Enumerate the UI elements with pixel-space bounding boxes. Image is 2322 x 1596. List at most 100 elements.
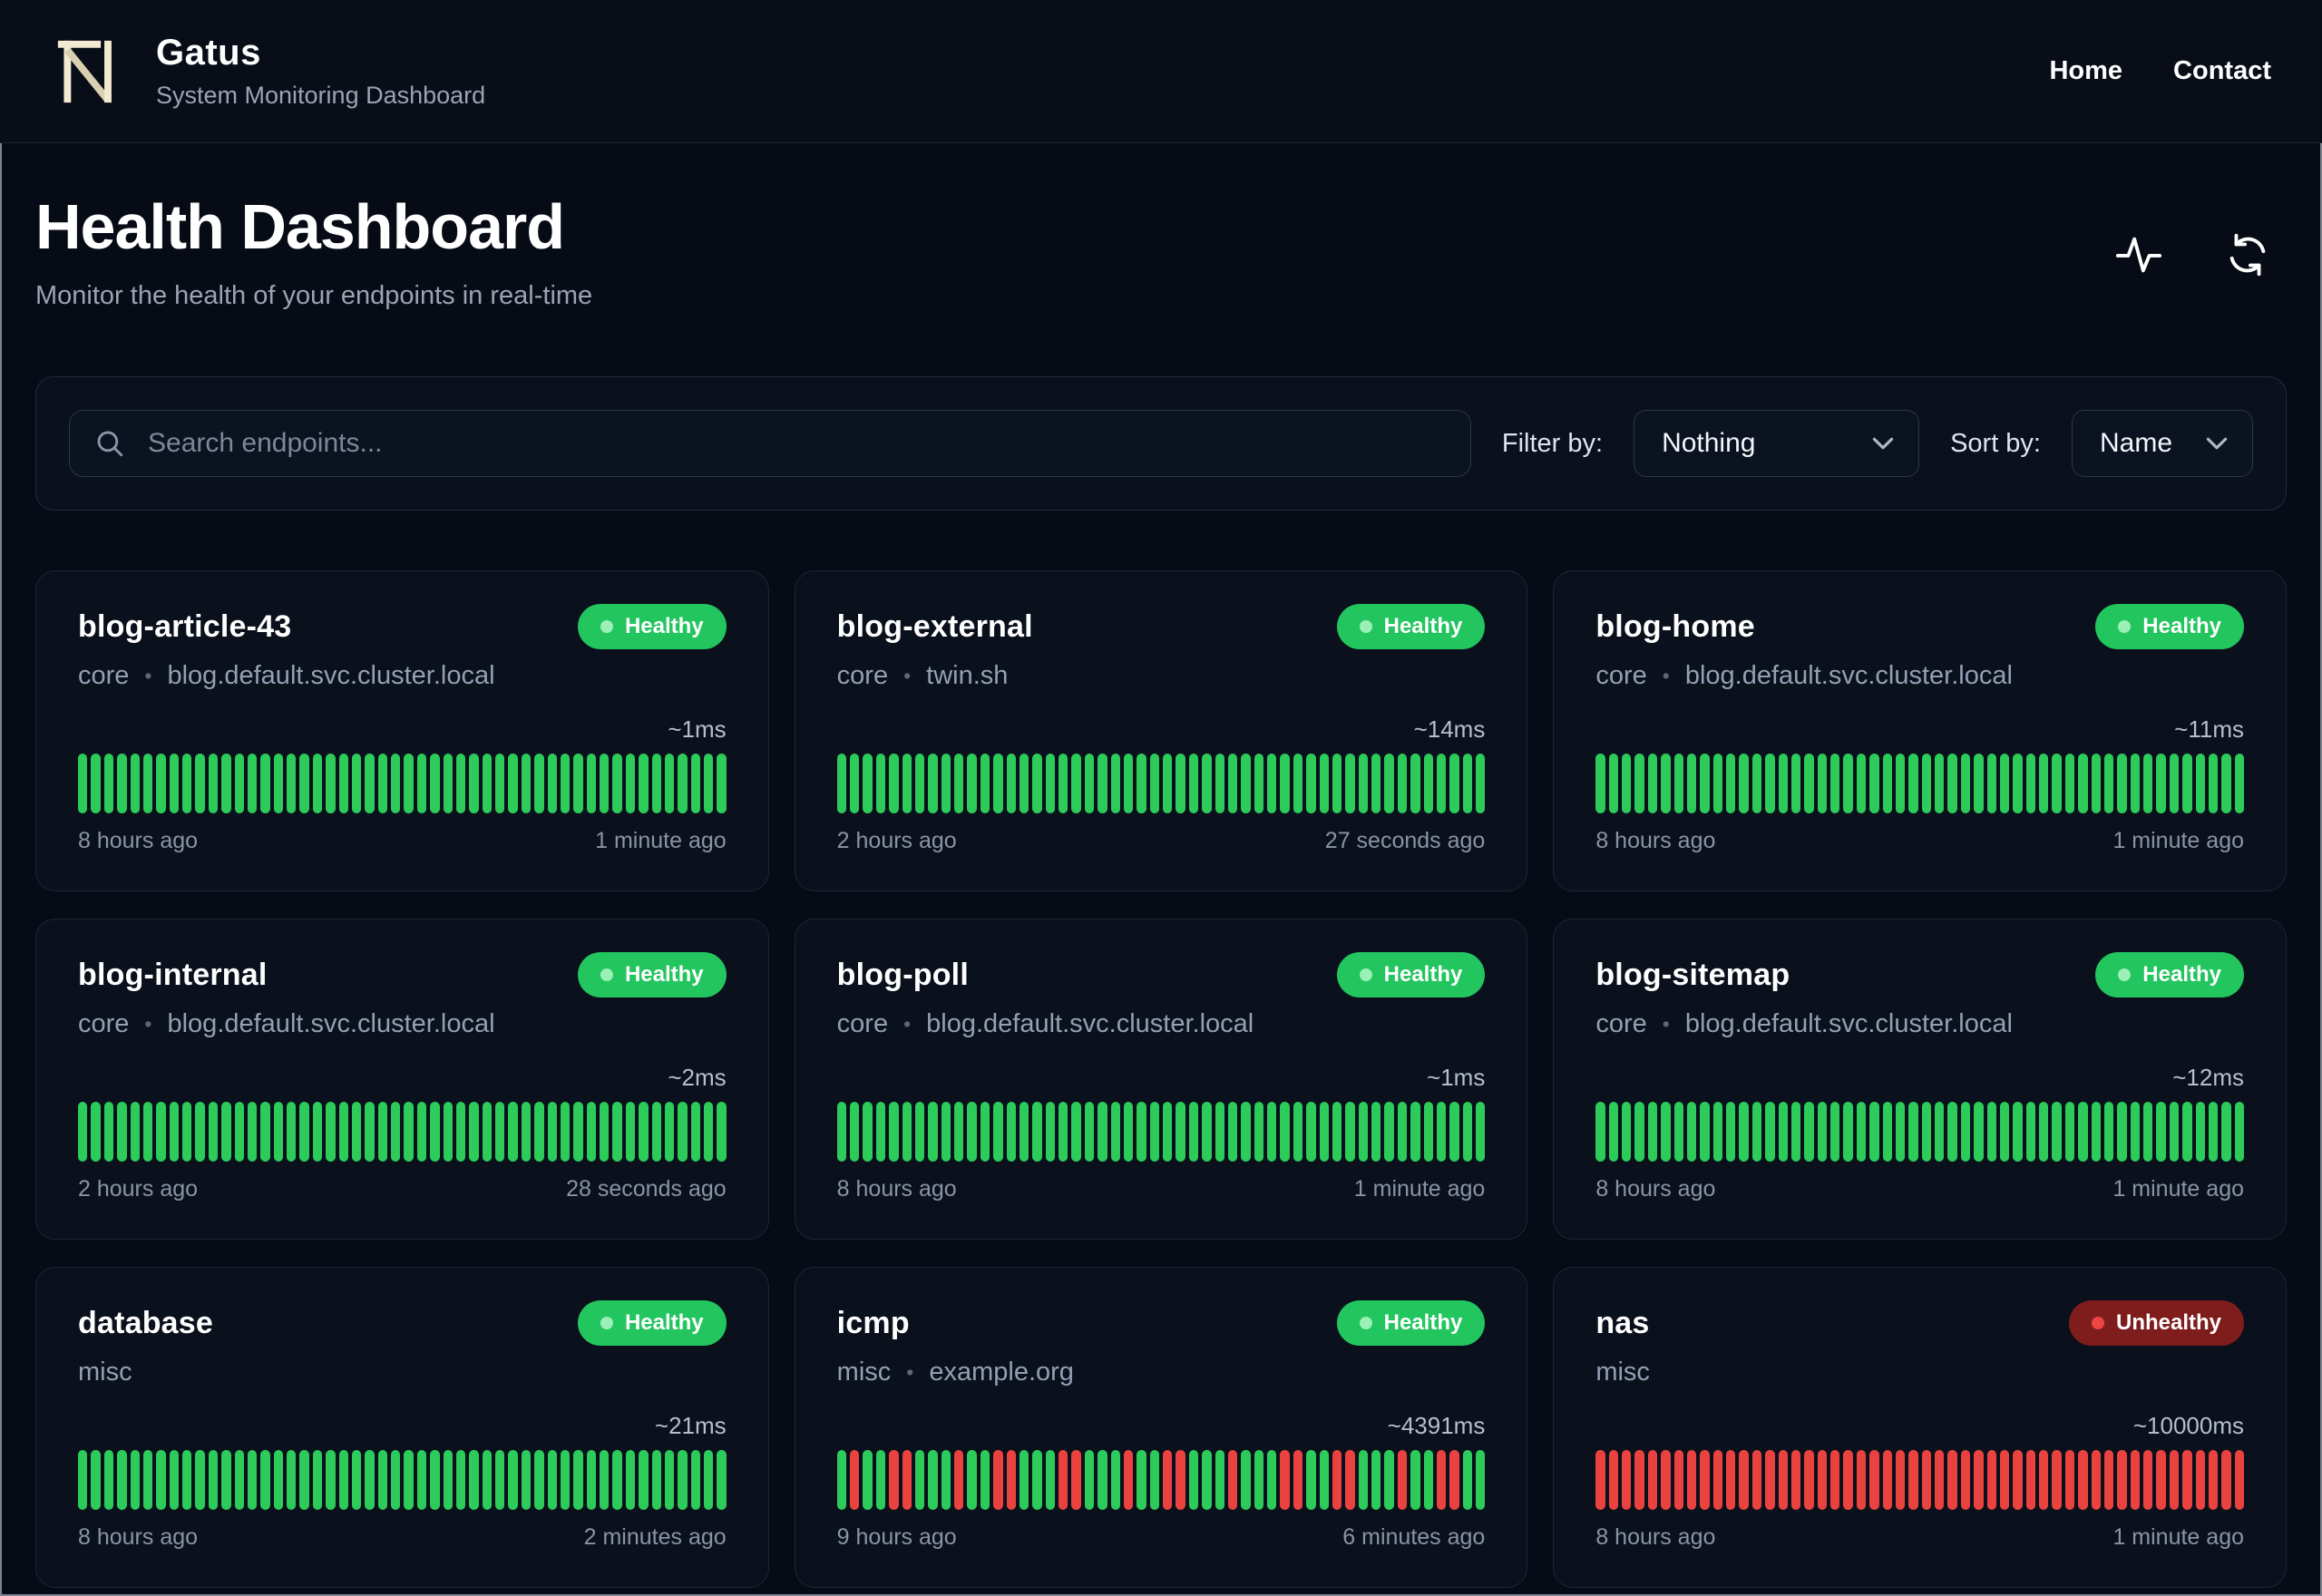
- history-bar[interactable]: [221, 754, 231, 813]
- history-bar[interactable]: [573, 1102, 583, 1162]
- history-bar[interactable]: [2052, 1102, 2062, 1162]
- history-bar[interactable]: [600, 1450, 610, 1510]
- history-bar[interactable]: [902, 1102, 912, 1162]
- history-bar[interactable]: [914, 1102, 925, 1162]
- history-bar[interactable]: [1241, 754, 1251, 813]
- history-bar[interactable]: [221, 1102, 231, 1162]
- history-bar[interactable]: [2064, 1102, 2075, 1162]
- history-bar[interactable]: [1856, 1450, 1867, 1510]
- history-bar[interactable]: [1319, 1450, 1329, 1510]
- history-bar[interactable]: [1202, 754, 1212, 813]
- history-bar[interactable]: [208, 1450, 219, 1510]
- history-bar[interactable]: [469, 1450, 479, 1510]
- history-bar[interactable]: [1947, 1450, 1957, 1510]
- history-bar[interactable]: [1293, 1450, 1303, 1510]
- history-bar[interactable]: [1215, 1450, 1224, 1510]
- history-bar[interactable]: [1986, 1450, 1996, 1510]
- history-bar[interactable]: [1739, 1102, 1749, 1162]
- history-bar[interactable]: [1449, 1450, 1459, 1510]
- history-bar[interactable]: [1869, 754, 1879, 813]
- history-bar[interactable]: [993, 1102, 1003, 1162]
- history-bar[interactable]: [142, 754, 153, 813]
- history-bar[interactable]: [836, 1450, 847, 1510]
- history-bar[interactable]: [1622, 754, 1632, 813]
- history-bar[interactable]: [287, 754, 297, 813]
- history-bar[interactable]: [547, 1450, 557, 1510]
- history-bar[interactable]: [247, 754, 258, 813]
- history-bar[interactable]: [1608, 1450, 1619, 1510]
- history-bar[interactable]: [2025, 1450, 2036, 1510]
- history-bar[interactable]: [455, 1102, 466, 1162]
- history-bar[interactable]: [1423, 754, 1433, 813]
- history-bar[interactable]: [1137, 1450, 1146, 1510]
- history-bar[interactable]: [2156, 754, 2166, 813]
- history-bar[interactable]: [1974, 1102, 1984, 1162]
- history-bar[interactable]: [1358, 1102, 1369, 1162]
- history-bar[interactable]: [287, 1102, 297, 1162]
- history-bar[interactable]: [2064, 1450, 2075, 1510]
- history-bar[interactable]: [117, 754, 127, 813]
- history-bar[interactable]: [1084, 754, 1095, 813]
- history-bar[interactable]: [1921, 1102, 1932, 1162]
- history-bar[interactable]: [169, 1102, 179, 1162]
- history-bar[interactable]: [430, 1450, 440, 1510]
- history-bar[interactable]: [941, 754, 951, 813]
- history-bar[interactable]: [221, 1450, 231, 1510]
- history-bar[interactable]: [1661, 1102, 1671, 1162]
- history-bar[interactable]: [2091, 1450, 2101, 1510]
- history-bar[interactable]: [1935, 1450, 1945, 1510]
- history-bar[interactable]: [326, 1450, 336, 1510]
- history-bar[interactable]: [2234, 1102, 2245, 1162]
- history-bar[interactable]: [1123, 754, 1134, 813]
- history-bar[interactable]: [1176, 1450, 1185, 1510]
- history-bar[interactable]: [1098, 754, 1107, 813]
- history-bar[interactable]: [169, 1450, 179, 1510]
- history-bar[interactable]: [534, 1450, 544, 1510]
- history-bar[interactable]: [2091, 1102, 2101, 1162]
- history-bar[interactable]: [2234, 754, 2245, 813]
- history-bar[interactable]: [521, 1102, 532, 1162]
- history-bar[interactable]: [639, 754, 649, 813]
- history-bar[interactable]: [625, 1102, 636, 1162]
- history-bar[interactable]: [247, 1450, 258, 1510]
- history-bar[interactable]: [508, 754, 518, 813]
- history-bar[interactable]: [2064, 754, 2075, 813]
- history-bar[interactable]: [1804, 754, 1814, 813]
- history-bar[interactable]: [1817, 1450, 1828, 1510]
- history-bar[interactable]: [1123, 1102, 1134, 1162]
- history-bar[interactable]: [260, 1102, 270, 1162]
- history-bar[interactable]: [91, 1102, 101, 1162]
- history-bar[interactable]: [78, 754, 88, 813]
- history-bar[interactable]: [1647, 1102, 1658, 1162]
- history-bar[interactable]: [1227, 754, 1238, 813]
- history-bar[interactable]: [863, 1450, 873, 1510]
- history-bar[interactable]: [1149, 1102, 1160, 1162]
- history-bar[interactable]: [260, 1450, 270, 1510]
- history-bar[interactable]: [980, 1450, 990, 1510]
- history-bar[interactable]: [2143, 1450, 2153, 1510]
- history-bar[interactable]: [1397, 1450, 1408, 1510]
- history-bar[interactable]: [836, 754, 847, 813]
- history-bar[interactable]: [1673, 754, 1683, 813]
- history-bar[interactable]: [1999, 1450, 2010, 1510]
- history-bar[interactable]: [1986, 1102, 1996, 1162]
- history-bar[interactable]: [2195, 1102, 2205, 1162]
- sort-select[interactable]: Name: [2072, 410, 2253, 477]
- history-bar[interactable]: [1149, 1450, 1160, 1510]
- history-bar[interactable]: [1084, 1450, 1095, 1510]
- history-bar[interactable]: [142, 1450, 153, 1510]
- history-bar[interactable]: [391, 1102, 401, 1162]
- history-bar[interactable]: [404, 754, 414, 813]
- history-bar[interactable]: [2143, 754, 2153, 813]
- history-bar[interactable]: [2103, 754, 2114, 813]
- history-bar[interactable]: [1700, 754, 1710, 813]
- history-bar[interactable]: [130, 754, 140, 813]
- history-bar[interactable]: [1280, 1450, 1290, 1510]
- history-bar[interactable]: [678, 1450, 688, 1510]
- history-bar[interactable]: [586, 1450, 596, 1510]
- history-bar[interactable]: [600, 1102, 610, 1162]
- history-bar[interactable]: [1098, 1450, 1107, 1510]
- history-bar[interactable]: [312, 1450, 323, 1510]
- history-bar[interactable]: [182, 1450, 192, 1510]
- history-bar[interactable]: [560, 1102, 571, 1162]
